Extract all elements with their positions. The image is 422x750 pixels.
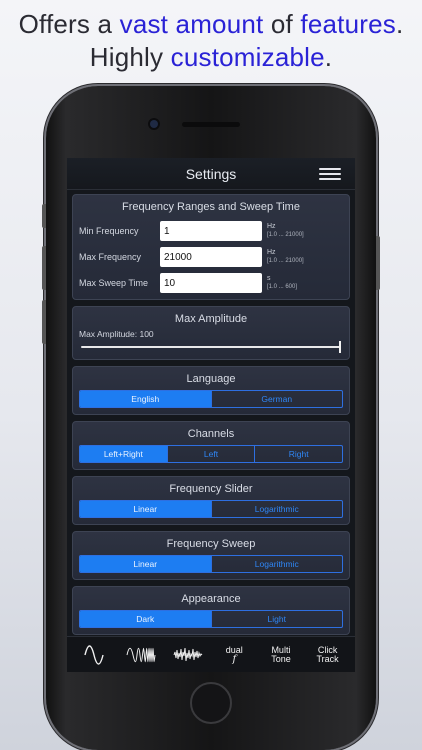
frequency-ranges-card: Frequency Ranges and Sweep Time Min Freq… — [72, 194, 350, 300]
headline: Offers a vast amount of features. Highly… — [0, 8, 422, 74]
unit-label: s — [267, 275, 271, 282]
range-label: [1.0 ... 21000] — [267, 258, 304, 264]
max-sweep-time-label: Max Sweep Time — [79, 278, 149, 288]
headline-text: Offers a — [18, 9, 120, 39]
headline-text: . — [324, 42, 333, 72]
appearance-option-light[interactable]: Light — [210, 611, 343, 627]
range-label: [1.0 ... 21000] — [267, 232, 304, 238]
headline-highlight: features — [300, 9, 396, 39]
headline-text: of — [263, 9, 301, 39]
appearance-segmented-control: Dark Light — [79, 610, 343, 628]
volume-down-button — [42, 300, 46, 344]
language-option-english[interactable]: English — [80, 391, 211, 407]
tab-dual-label: dual f — [226, 645, 243, 665]
home-button[interactable] — [190, 682, 232, 724]
appearance-title: Appearance — [181, 593, 241, 605]
min-frequency-label: Min Frequency — [79, 226, 139, 236]
unit-label: Hz — [267, 223, 276, 230]
frequency-ranges-title: Frequency Ranges and Sweep Time — [122, 201, 300, 213]
app-screen: Settings Frequency Ranges and Sweep Time… — [67, 158, 355, 672]
tab-label-line2: f — [232, 653, 237, 665]
headline-line2: Highly customizable. — [0, 41, 422, 74]
headline-text: . — [395, 9, 404, 39]
max-frequency-unit: Hz [1.0 ... 21000] — [267, 249, 304, 265]
tab-click-track-label: Click Track — [316, 645, 339, 664]
sine-wave-icon — [83, 644, 105, 666]
max-amplitude-card: Max Amplitude Max Amplitude: 100 — [72, 306, 350, 360]
settings-scroll-area[interactable]: Frequency Ranges and Sweep Time Min Freq… — [67, 194, 355, 636]
max-amplitude-slider[interactable] — [81, 341, 341, 353]
headline-highlight: customizable — [170, 42, 325, 72]
appearance-card: Appearance Dark Light — [72, 586, 350, 635]
tab-multi-tone[interactable]: Multi Tone — [259, 639, 303, 671]
page-title: Settings — [185, 165, 237, 182]
max-sweep-time-input[interactable] — [160, 273, 262, 293]
sweep-wave-icon — [126, 644, 156, 666]
channels-option-left[interactable]: Left — [166, 446, 255, 462]
tab-label-line2: Tone — [271, 653, 291, 664]
slider-track — [81, 346, 341, 348]
max-amplitude-value-label: Max Amplitude: 100 — [79, 329, 154, 339]
channels-card: Channels Left+Right Left Right — [72, 421, 350, 470]
noise-wave-icon — [173, 644, 203, 666]
tab-sine[interactable] — [72, 639, 116, 671]
slider-segmented-control: Linear Logarithmic — [79, 500, 343, 518]
appearance-option-dark[interactable]: Dark — [80, 611, 211, 627]
slider-card: Frequency Slider Linear Logarithmic — [72, 476, 350, 525]
unit-label: Hz — [267, 249, 276, 256]
front-camera — [150, 120, 158, 128]
tab-bar: dual f Multi Tone Click Track — [67, 636, 355, 672]
phone-frame: Settings Frequency Ranges and Sweep Time… — [42, 86, 380, 750]
tab-click-track[interactable]: Click Track — [306, 639, 350, 671]
max-sweep-time-row: Max Sweep Time s [1.0 ... 600] — [79, 270, 343, 296]
volume-up-button — [42, 246, 46, 290]
earpiece-speaker — [182, 122, 240, 127]
channels-segmented-control: Left+Right Left Right — [79, 445, 343, 463]
slider-title: Frequency Slider — [169, 483, 253, 495]
hamburger-menu-icon[interactable] — [319, 168, 341, 180]
slider-option-linear[interactable]: Linear — [80, 501, 211, 517]
headline-highlight: vast amount — [119, 9, 264, 39]
tab-label-line2: Track — [316, 653, 339, 664]
slider-option-logarithmic[interactable]: Logarithmic — [210, 501, 343, 517]
sweep-option-linear[interactable]: Linear — [80, 556, 211, 572]
headline-text: Highly — [89, 42, 171, 72]
channels-option-right[interactable]: Right — [254, 446, 342, 462]
sweep-card: Frequency Sweep Linear Logarithmic — [72, 531, 350, 580]
language-title: Language — [186, 373, 236, 385]
channels-title: Channels — [187, 428, 235, 440]
max-frequency-label: Max Frequency — [79, 252, 142, 262]
navigation-bar: Settings — [67, 158, 355, 190]
max-frequency-row: Max Frequency Hz [1.0 ... 21000] — [79, 244, 343, 270]
max-sweep-time-unit: s [1.0 ... 600] — [267, 275, 297, 291]
min-frequency-row: Min Frequency Hz [1.0 ... 21000] — [79, 218, 343, 244]
language-card: Language English German — [72, 366, 350, 415]
range-label: [1.0 ... 600] — [267, 284, 298, 290]
tab-multi-tone-label: Multi Tone — [271, 645, 291, 664]
tab-dual[interactable]: dual f — [212, 639, 256, 671]
language-segmented-control: English German — [79, 390, 343, 408]
sweep-option-logarithmic[interactable]: Logarithmic — [210, 556, 343, 572]
headline-line1: Offers a vast amount of features. — [0, 8, 422, 41]
channels-option-left-right[interactable]: Left+Right — [80, 446, 167, 462]
min-frequency-unit: Hz [1.0 ... 21000] — [267, 223, 304, 239]
language-option-german[interactable]: German — [210, 391, 343, 407]
sweep-segmented-control: Linear Logarithmic — [79, 555, 343, 573]
tab-noise[interactable] — [166, 639, 210, 671]
max-frequency-input[interactable] — [160, 247, 262, 267]
slider-thumb[interactable] — [339, 341, 341, 353]
sweep-title: Frequency Sweep — [166, 538, 256, 550]
tab-sweep[interactable] — [119, 639, 163, 671]
max-amplitude-title: Max Amplitude — [174, 313, 248, 325]
min-frequency-input[interactable] — [160, 221, 262, 241]
